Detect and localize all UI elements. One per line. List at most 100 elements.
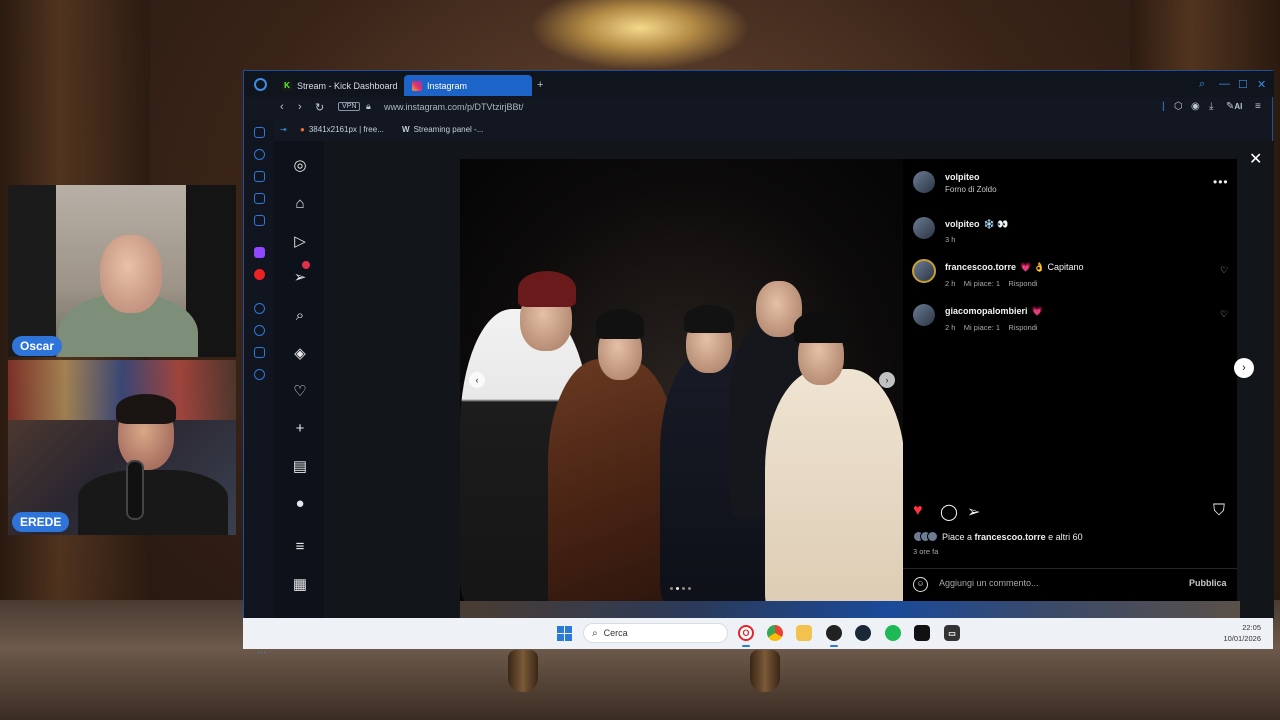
share-icon[interactable]: ➢ <box>967 502 980 522</box>
comment-avatar[interactable] <box>912 259 936 283</box>
post-options-icon[interactable]: ••• <box>1213 175 1229 189</box>
sidebar-settings-icon[interactable] <box>254 369 265 380</box>
chrome-icon[interactable] <box>767 625 783 641</box>
red-app-icon[interactable] <box>254 269 265 280</box>
maximize-button[interactable]: ☐ <box>1238 78 1248 91</box>
save-bookmark-icon[interactable]: ⛉ <box>1213 502 1225 520</box>
next-post-button[interactable]: › <box>1234 358 1254 378</box>
likes-user[interactable]: francescoo.torre <box>975 532 1046 542</box>
forward-button[interactable]: › <box>298 101 302 113</box>
new-tab-button[interactable]: + <box>537 79 543 91</box>
download-icon[interactable]: ⤓ <box>1209 101 1213 112</box>
ai-button[interactable]: ✎AI <box>1226 101 1242 112</box>
emoji-icon[interactable]: ☺ <box>913 577 928 592</box>
direct-icon[interactable]: ➢ <box>291 269 309 287</box>
comment-icon[interactable]: ◯ <box>940 502 958 522</box>
twitch-icon[interactable] <box>254 247 265 258</box>
close-window-button[interactable]: ✕ <box>1257 78 1266 91</box>
bookmark-item[interactable]: ● 3841x2161px | free... <box>300 125 384 134</box>
close-modal-icon[interactable]: ✕ <box>1249 149 1262 169</box>
back-button[interactable]: ‹ <box>280 101 284 113</box>
comment-avatar[interactable] <box>913 304 935 326</box>
opera-logo-icon[interactable] <box>254 78 267 91</box>
likes-text: Piace a francescoo.torre e altri 60 <box>942 532 1083 542</box>
create-icon[interactable]: + <box>291 420 309 438</box>
comment-user[interactable]: giacomopalombieri <box>945 306 1028 316</box>
post-location[interactable]: Forno di Zoldo <box>945 185 997 194</box>
carousel-dot <box>670 587 673 590</box>
caption-avatar[interactable] <box>913 217 935 239</box>
comment-text: 💗 👌 Capitano <box>1020 262 1084 272</box>
sidebar-video-icon[interactable] <box>254 215 265 226</box>
file-explorer-icon[interactable] <box>796 625 812 641</box>
post-photo[interactable]: ‹ › <box>460 159 903 601</box>
profile-avatar-icon[interactable]: ● <box>291 495 309 513</box>
reply-link[interactable]: Rispondi <box>1008 323 1037 332</box>
steam-icon[interactable] <box>855 625 871 641</box>
sidebar-tabs-icon[interactable] <box>254 127 265 138</box>
w-icon: W <box>402 125 410 134</box>
meta-apps-icon[interactable]: ▦ <box>291 576 309 594</box>
reels-icon[interactable]: ▷ <box>291 233 309 251</box>
chatgpt-icon[interactable] <box>914 625 930 641</box>
person-cream-coat <box>765 369 903 601</box>
sidebar-clock-icon[interactable] <box>254 325 265 336</box>
lock-icon[interactable]: 🔒︎ <box>366 101 371 112</box>
extensions-icon[interactable]: ⬡ <box>1174 101 1183 112</box>
search-icon[interactable]: ⌕ <box>291 307 309 325</box>
sidebar-history-icon[interactable] <box>254 149 265 160</box>
comment-text: 💗 <box>1031 306 1043 316</box>
vpn-badge[interactable]: VPN <box>338 102 361 111</box>
system-clock[interactable]: 22:05 10/01/2026 <box>1213 622 1261 644</box>
notifications-heart-icon[interactable]: ♡ <box>291 383 309 401</box>
tab-kick-dashboard[interactable]: K Stream - Kick Dashboard <box>274 75 400 96</box>
windows-start-icon[interactable] <box>557 626 572 641</box>
opera-gx-icon[interactable]: O <box>738 625 754 641</box>
sidebar-workspace-icon[interactable] <box>254 171 265 182</box>
likes-prefix: Piace a <box>942 531 973 542</box>
clock-date: 10/01/2026 <box>1223 634 1261 643</box>
comment-likes[interactable]: Mi piace: 1 <box>964 323 1000 332</box>
reply-link[interactable]: Rispondi <box>1008 279 1037 288</box>
likes-suffix[interactable]: e altri 60 <box>1048 532 1083 542</box>
sidebar-extensions-icon[interactable] <box>254 347 265 358</box>
terminal-icon[interactable]: ▭ <box>944 625 960 641</box>
minimize-button[interactable]: — <box>1219 78 1230 90</box>
comment-like-icon[interactable]: ♡ <box>1220 309 1228 320</box>
url-field[interactable]: www.instagram.com/p/DTVtzirjBBt/ <box>384 102 524 112</box>
bookmarks-sidebar-icon[interactable]: ⇥ <box>280 125 287 134</box>
post-author[interactable]: volpiteo <box>945 172 980 182</box>
home-icon[interactable]: ⌂ <box>291 195 309 213</box>
carousel-dot <box>688 587 691 590</box>
publish-button[interactable]: Pubblica <box>1189 578 1227 588</box>
taskbar-search[interactable]: ⌕ Cerca <box>583 623 728 643</box>
spotify-icon[interactable] <box>885 625 901 641</box>
explore-icon[interactable]: ◈ <box>291 345 309 363</box>
liker-avatar <box>927 531 938 542</box>
obs-icon[interactable] <box>826 625 842 641</box>
instagram-logo-icon[interactable]: ◎ <box>291 157 309 175</box>
sidebar-player-icon[interactable] <box>254 303 265 314</box>
caption-user[interactable]: volpiteo <box>945 219 980 229</box>
carousel-next-button[interactable]: › <box>879 372 895 388</box>
comment-input[interactable] <box>939 578 1159 588</box>
webcam-oscar <box>8 185 236 357</box>
author-avatar[interactable] <box>913 171 935 193</box>
likes-summary[interactable]: Piace a francescoo.torre e altri 60 <box>913 531 1083 542</box>
tab-instagram[interactable]: Instagram <box>404 75 532 96</box>
post-modal-overlay[interactable]: ‹ › volpiteo Forno di Zoldo ••• volpiteo… <box>324 141 1274 619</box>
like-heart-icon[interactable]: ♥ <box>913 502 923 520</box>
menu-icon[interactable]: ≡ <box>1255 101 1261 112</box>
account-icon[interactable]: ◉ <box>1191 101 1200 112</box>
reload-button[interactable]: ↻ <box>315 101 324 114</box>
background-table-leg <box>750 650 780 692</box>
sidebar-news-icon[interactable] <box>254 193 265 204</box>
comment-user[interactable]: francescoo.torre <box>945 262 1016 272</box>
bookmark-item[interactable]: W Streaming panel -... <box>402 125 483 134</box>
comment-like-icon[interactable]: ♡ <box>1220 265 1228 276</box>
more-menu-icon[interactable]: ≡ <box>291 538 309 556</box>
carousel-prev-button[interactable]: ‹ <box>469 372 485 388</box>
search-tabs-icon[interactable]: ⌕ <box>1199 78 1205 91</box>
comment-likes[interactable]: Mi piace: 1 <box>964 279 1000 288</box>
dashboard-icon[interactable]: ▤ <box>291 458 309 476</box>
